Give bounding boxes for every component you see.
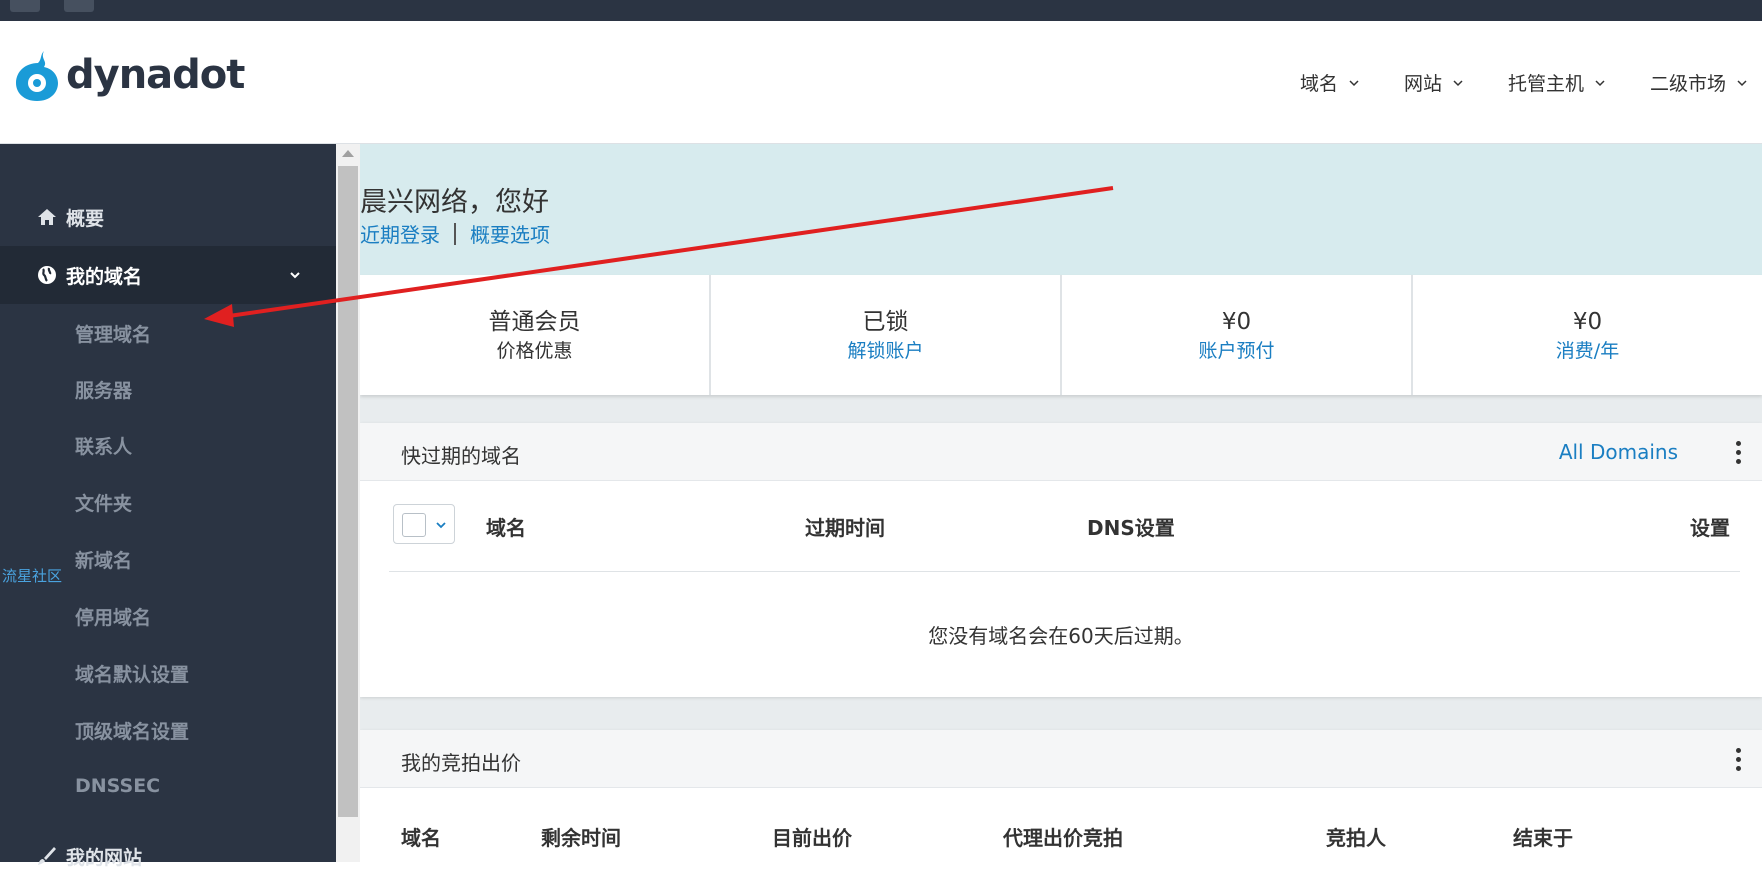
stat-value: 已锁 (862, 309, 909, 335)
column-domain[interactable]: 域名 (486, 512, 526, 541)
sidebar-item-manage-domains[interactable]: 管理域名 (0, 308, 336, 358)
logo[interactable]: dynadot (14, 49, 245, 101)
nav-websites[interactable]: 网站 (1404, 69, 1464, 96)
logo-text: dynadot (66, 52, 245, 98)
stat-value: ¥0 (1572, 309, 1603, 335)
scrollbar-thumb[interactable] (338, 166, 358, 817)
sidebar-item-parked-domains[interactable]: 停用域名 (0, 591, 336, 641)
sidebar-item-overview[interactable]: 概要 (0, 188, 336, 246)
sidebar-item-label: 服务器 (75, 379, 133, 402)
brush-icon (38, 847, 56, 865)
column-expire-time[interactable]: 过期时间 (805, 512, 885, 541)
recent-login-link[interactable]: 近期登录 (360, 219, 440, 248)
checkbox-icon[interactable] (402, 513, 426, 537)
column-domain[interactable]: 域名 (401, 822, 441, 851)
chevron-down-icon (1595, 79, 1605, 86)
column-proxy-bid[interactable]: 代理出价竞拍 (1003, 822, 1123, 851)
table-header: 域名 剩余时间 目前出价 代理出价竞拍 竞拍人 结束于 (360, 788, 1762, 858)
stat-value: ¥0 (1221, 309, 1252, 335)
greeting: 晨兴网络，您好 (360, 187, 549, 218)
sidebar-item-label: 管理域名 (75, 323, 152, 346)
sidebar-item-label: 停用域名 (75, 606, 152, 629)
sidebar-item-tld-settings[interactable]: 顶级域名设置 (0, 705, 336, 755)
my-bids-card: 我的竞拍出价 域名 剩余时间 目前出价 代理出价竞拍 竞拍人 结束于 (360, 730, 1762, 862)
sidebar: 概要 我的域名 管理域名 服务器 联系人 文件夹 新域名 停用域名 域名默认设置… (0, 144, 336, 869)
scrollbar[interactable] (336, 144, 360, 862)
account-prepaid-link[interactable]: 账户预付 (1062, 337, 1411, 365)
chevron-down-icon (1737, 79, 1747, 86)
sidebar-item-label: 新域名 (75, 549, 133, 572)
chevron-down-icon (290, 272, 300, 279)
spending-per-year-link[interactable]: 消费/年 (1413, 337, 1762, 365)
select-all-checkbox[interactable] (393, 504, 455, 544)
unlock-account-link[interactable]: 解锁账户 (711, 337, 1060, 365)
sidebar-item-servers[interactable]: 服务器 (0, 364, 336, 414)
scroll-up-arrow-icon[interactable] (342, 150, 354, 157)
dynadot-logo-icon (16, 51, 58, 101)
column-time-left[interactable]: 剩余时间 (541, 822, 621, 851)
browser-top-strip (0, 0, 1762, 21)
chevron-down-icon (1349, 79, 1359, 86)
stat-spending: ¥0 消费/年 (1413, 275, 1762, 395)
sidebar-item-domain-defaults[interactable]: 域名默认设置 (0, 648, 336, 698)
card-header: 我的竞拍出价 (360, 730, 1762, 788)
card-title: 快过期的域名 (401, 444, 521, 468)
card-header: 快过期的域名 All Domains (360, 423, 1762, 481)
column-dns-settings[interactable]: DNS设置 (1087, 512, 1175, 541)
nav-domains[interactable]: 域名 (1300, 69, 1360, 96)
table-header: 域名 过期时间 DNS设置 设置 (389, 481, 1740, 572)
sidebar-item-label: 顶级域名设置 (75, 720, 190, 743)
sidebar-item-dnssec[interactable]: DNSSEC (0, 761, 336, 811)
sidebar-item-folders[interactable]: 文件夹 (0, 477, 336, 527)
nav-hosting[interactable]: 托管主机 (1508, 69, 1606, 96)
stat-membership: 普通会员 价格优惠 (360, 275, 711, 395)
welcome-banner: 晨兴网络，您好 近期登录 概要选项 (360, 144, 1762, 275)
nav-label: 二级市场 (1649, 73, 1726, 95)
sidebar-item-label: 我的网站 (66, 846, 143, 869)
sidebar-item-label: 我的域名 (66, 265, 143, 288)
account-stats: 普通会员 价格优惠 已锁 解锁账户 ¥0 账户预付 ¥0 消费/年 (360, 275, 1762, 395)
stat-lock: 已锁 解锁账户 (711, 275, 1062, 395)
sidebar-item-label: 域名默认设置 (75, 663, 190, 686)
sidebar-item-label: DNSSEC (75, 775, 161, 797)
more-options-icon[interactable] (1736, 748, 1742, 774)
sidebar-item-label: 文件夹 (75, 492, 133, 515)
welcome-links: 近期登录 概要选项 (360, 219, 550, 248)
overview-options-link[interactable]: 概要选项 (470, 219, 550, 248)
nav-label: 网站 (1403, 73, 1442, 95)
stat-value: 普通会员 (488, 309, 581, 335)
stat-sub: 价格优惠 (496, 340, 573, 362)
expiring-domains-card: 快过期的域名 All Domains 域名 过期时间 DNS设置 设置 您没有域… (360, 423, 1762, 697)
window-button[interactable] (64, 0, 94, 12)
divider (454, 222, 456, 245)
column-settings: 设置 (1690, 516, 1730, 540)
card-title: 我的竞拍出价 (401, 751, 521, 775)
chevron-down-icon[interactable] (434, 518, 448, 532)
main-content: 晨兴网络，您好 近期登录 概要选项 普通会员 价格优惠 已锁 解锁账户 ¥0 账… (360, 144, 1762, 862)
globe-icon (38, 266, 56, 284)
watermark-text: 流星社区 (2, 567, 63, 585)
column-bidder[interactable]: 竞拍人 (1326, 822, 1386, 851)
nav-label: 托管主机 (1507, 73, 1584, 95)
sidebar-item-my-domains[interactable]: 我的域名 (0, 246, 336, 304)
column-current-bid[interactable]: 目前出价 (772, 822, 852, 851)
more-options-icon[interactable] (1736, 441, 1742, 467)
sidebar-item-label: 概要 (66, 207, 105, 230)
sidebar-item-label: 联系人 (75, 435, 133, 458)
chevron-down-icon (1453, 79, 1463, 86)
back-button[interactable] (10, 0, 40, 12)
sidebar-item-my-sites[interactable]: 我的网站 (0, 827, 336, 885)
empty-message: 您没有域名会在60天后过期。 (928, 624, 1194, 648)
all-domains-link[interactable]: All Domains (1559, 440, 1678, 464)
nav-aftermarket[interactable]: 二级市场 (1650, 69, 1748, 96)
site-header: dynadot 域名 网站 托管主机 二级市场 (0, 21, 1762, 144)
home-icon (38, 209, 56, 225)
sidebar-item-contacts[interactable]: 联系人 (0, 420, 336, 470)
column-ends-at[interactable]: 结束于 (1513, 822, 1573, 851)
stat-prepaid: ¥0 账户预付 (1062, 275, 1413, 395)
nav-label: 域名 (1299, 73, 1338, 95)
top-nav: 域名 网站 托管主机 二级市场 (1300, 69, 1762, 96)
